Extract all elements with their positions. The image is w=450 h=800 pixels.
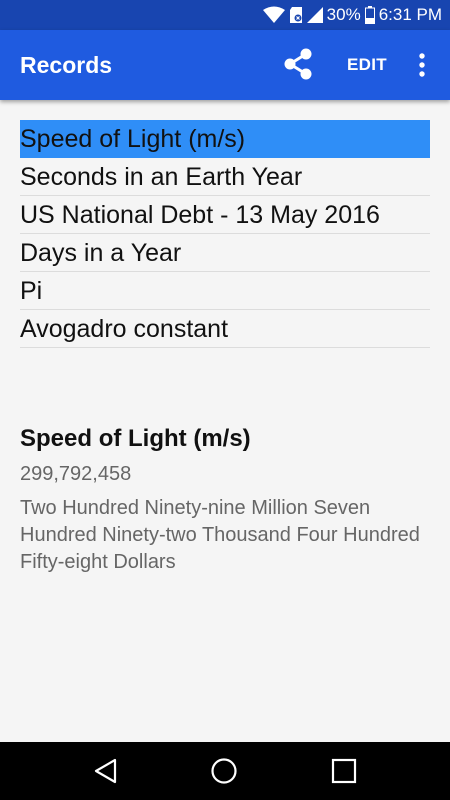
app-title: Records — [20, 52, 113, 78]
record-list: Speed of Light (m/s) Seconds in an Earth… — [20, 120, 430, 348]
overflow-menu-button[interactable] — [410, 48, 434, 82]
wifi-icon — [262, 6, 285, 24]
battery-percent: 30% — [326, 5, 361, 24]
record-item[interactable]: Speed of Light (m/s) — [20, 120, 430, 158]
record-detail: Speed of Light (m/s) 299,792,458 Two Hun… — [20, 425, 430, 576]
navigation-bar — [0, 742, 450, 800]
home-button[interactable] — [210, 757, 238, 790]
clock: 6:31 PM — [378, 5, 442, 24]
recents-icon — [330, 758, 358, 789]
record-item[interactable]: Avogadro constant — [20, 310, 430, 348]
status-bar: 30% 6:31 PM — [0, 0, 450, 30]
detail-words: Two Hundred Ninety-nine Million Seven Hu… — [20, 497, 420, 573]
record-item[interactable]: Days in a Year — [20, 234, 430, 272]
back-button[interactable] — [92, 757, 120, 790]
signal-icon — [306, 7, 323, 23]
home-icon — [210, 758, 238, 789]
sd-card-icon — [289, 6, 303, 24]
record-item[interactable]: Pi — [20, 272, 430, 310]
edit-button[interactable]: EDIT — [347, 55, 387, 75]
app-bar: Records EDIT — [0, 30, 450, 100]
detail-value: 299,792,458 — [20, 463, 132, 485]
recents-button[interactable] — [330, 757, 358, 790]
record-item[interactable]: Seconds in an Earth Year — [20, 158, 430, 196]
record-item[interactable]: US National Debt - 13 May 2016 — [20, 196, 430, 234]
back-icon — [92, 758, 120, 789]
share-icon — [280, 48, 316, 86]
detail-title: Speed of Light (m/s) — [20, 425, 251, 452]
share-button[interactable] — [280, 46, 316, 82]
more-vert-icon — [410, 53, 434, 86]
battery-icon — [364, 6, 375, 24]
